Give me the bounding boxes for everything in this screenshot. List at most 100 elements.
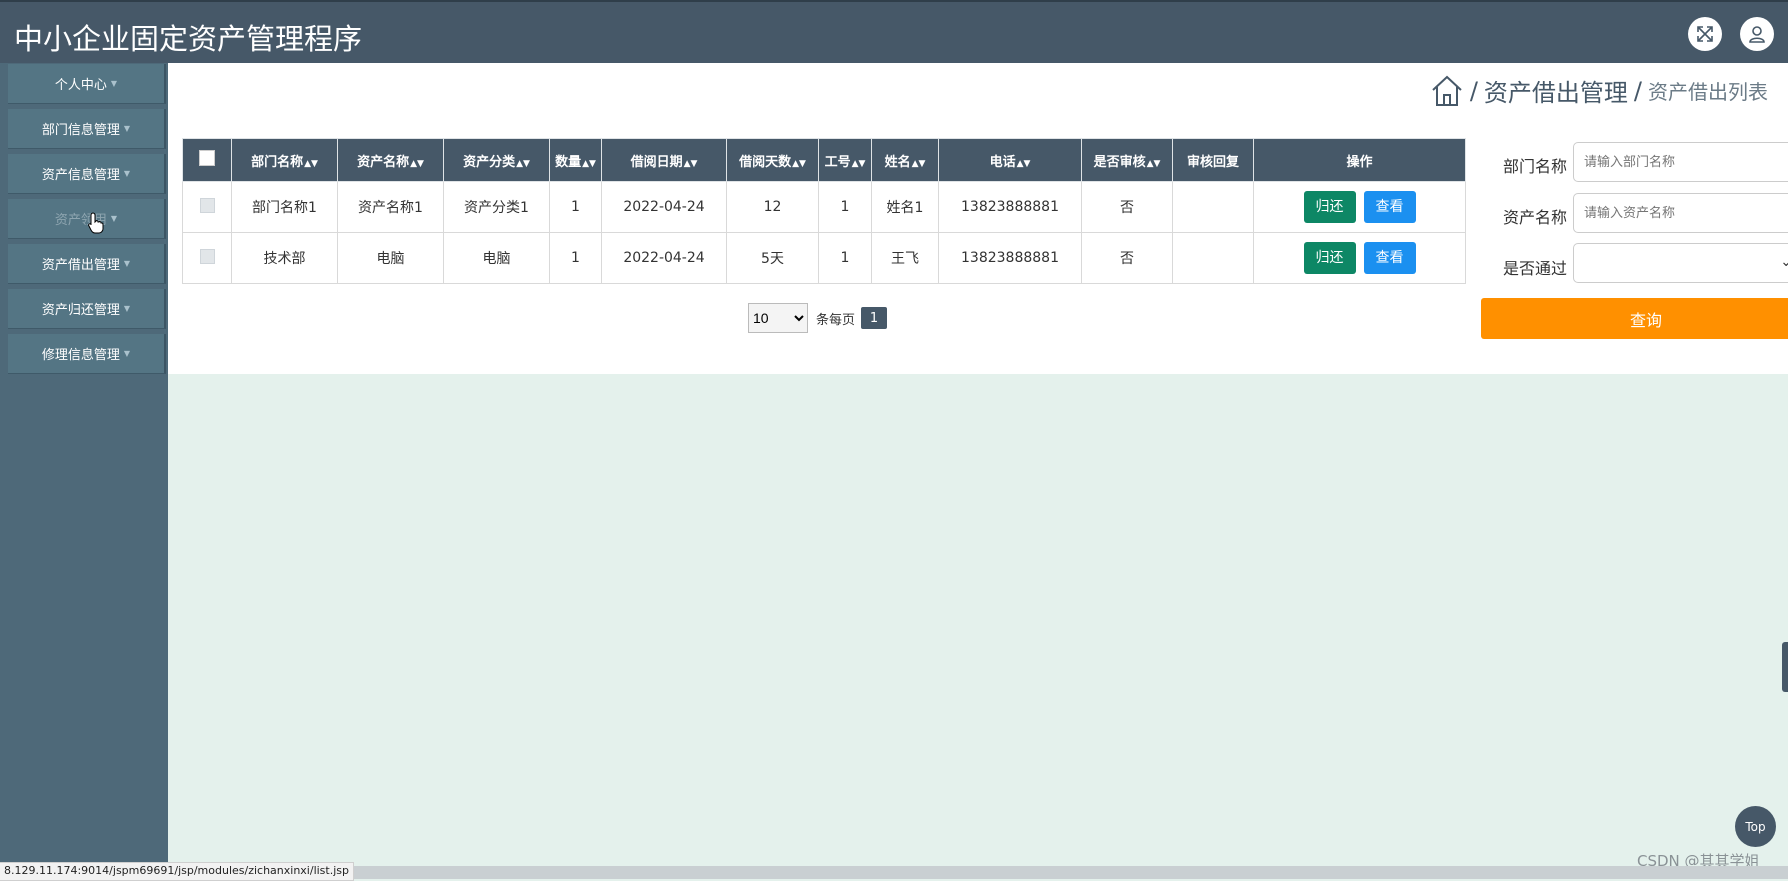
th-days[interactable]: 借阅天数▲▼ bbox=[726, 138, 819, 182]
sidebar-item-label: 资产借出管理 bbox=[41, 258, 120, 273]
th-date[interactable]: 借阅日期▲▼ bbox=[601, 138, 727, 182]
cell-category: 资产分类1 bbox=[443, 181, 550, 233]
breadcrumb-level2: 资产借出列表 bbox=[1648, 80, 1768, 104]
sort-icon: ▲▼ bbox=[304, 158, 318, 169]
sort-icon: ▲▼ bbox=[792, 158, 806, 169]
expand-icon bbox=[1697, 26, 1713, 42]
select-all-checkbox[interactable] bbox=[199, 150, 215, 166]
cell-name: 姓名1 bbox=[871, 181, 939, 233]
page-button-current[interactable]: 1 bbox=[861, 307, 888, 329]
th-emp-no[interactable]: 工号▲▼ bbox=[818, 138, 872, 182]
top-bar: 中小企业固定资产管理程序 bbox=[0, 0, 1788, 63]
cell-audited: 否 bbox=[1081, 181, 1173, 233]
lend-table: 部门名称▲▼ 资产名称▲▼ 资产分类▲▼ 数量▲▼ 借阅日期▲▼ 借阅天数▲▼ … bbox=[182, 138, 1466, 284]
cell-emp-no: 1 bbox=[818, 232, 872, 284]
caret-down-icon: ▼ bbox=[110, 214, 118, 223]
sidebar-item-asset-info[interactable]: 资产信息管理 ▼ bbox=[8, 154, 166, 194]
th-actions: 操作 bbox=[1253, 138, 1466, 182]
sidebar-item-label: 个人中心 bbox=[54, 78, 107, 93]
return-button[interactable]: 归还 bbox=[1303, 191, 1356, 223]
sort-icon: ▲▼ bbox=[683, 158, 698, 169]
side-drawer-handle[interactable] bbox=[1782, 642, 1788, 692]
sort-icon: ▲▼ bbox=[582, 158, 596, 169]
hand-cursor-icon bbox=[88, 212, 104, 234]
asset-label: 资产名称 bbox=[1503, 208, 1568, 227]
th-category[interactable]: 资产分类▲▼ bbox=[443, 138, 550, 182]
cell-asset: 电脑 bbox=[337, 232, 444, 284]
breadcrumb: / 资产借出管理 / 资产借出列表 bbox=[1430, 73, 1768, 108]
asset-search-input[interactable] bbox=[1573, 193, 1788, 233]
horizontal-scrollbar[interactable] bbox=[340, 866, 1788, 879]
caret-down-icon: ▼ bbox=[110, 79, 118, 88]
select-all-cell bbox=[182, 138, 232, 182]
pagination: 10 条每页 1 bbox=[748, 303, 888, 333]
dept-search-input[interactable] bbox=[1573, 142, 1788, 182]
cell-dept: 技术部 bbox=[231, 232, 338, 284]
pass-select[interactable]: ⌄ bbox=[1573, 243, 1788, 283]
sort-icon: ▲▼ bbox=[911, 158, 926, 169]
sort-icon: ▲▼ bbox=[1146, 158, 1161, 169]
cell-audited: 否 bbox=[1081, 232, 1173, 284]
caret-down-icon: ▼ bbox=[123, 349, 131, 358]
cell-name: 王飞 bbox=[871, 232, 939, 284]
dept-label: 部门名称 bbox=[1503, 157, 1568, 176]
cell-category: 电脑 bbox=[443, 232, 550, 284]
cell-reply bbox=[1172, 181, 1254, 233]
home-icon[interactable] bbox=[1430, 74, 1464, 108]
back-to-top-button[interactable]: Top bbox=[1735, 806, 1776, 847]
cell-phone: 13823888881 bbox=[938, 181, 1082, 233]
row-checkbox[interactable] bbox=[199, 197, 215, 213]
sidebar-item-label: 修理信息管理 bbox=[41, 348, 120, 363]
status-url: 8.129.11.174:9014/jspm69691/jsp/modules/… bbox=[0, 862, 354, 881]
sort-icon: ▲▼ bbox=[516, 158, 530, 169]
sidebar-item-label: 部门信息管理 bbox=[41, 123, 120, 138]
breadcrumb-separator: / bbox=[1469, 76, 1478, 105]
th-dept[interactable]: 部门名称▲▼ bbox=[231, 138, 338, 182]
page-size-select[interactable]: 10 bbox=[748, 303, 808, 333]
sidebar-item-asset-use[interactable]: 资产领用 ▼ bbox=[8, 199, 166, 239]
query-button[interactable]: 查询 bbox=[1481, 298, 1788, 339]
sort-icon: ▲▼ bbox=[1016, 158, 1031, 169]
cell-emp-no: 1 bbox=[818, 181, 872, 233]
sidebar-item-department[interactable]: 部门信息管理 ▼ bbox=[8, 109, 166, 149]
caret-down-icon: ▼ bbox=[123, 124, 131, 133]
per-page-label: 条每页 bbox=[816, 312, 856, 328]
pass-label: 是否通过 bbox=[1503, 259, 1568, 278]
fullscreen-button[interactable] bbox=[1688, 17, 1722, 51]
cell-phone: 13823888881 bbox=[938, 232, 1082, 284]
cell-actions: 归还 查看 bbox=[1253, 181, 1466, 233]
view-button[interactable]: 查看 bbox=[1363, 191, 1416, 223]
th-phone[interactable]: 电话▲▼ bbox=[938, 138, 1082, 182]
sidebar-item-asset-return[interactable]: 资产归还管理 ▼ bbox=[8, 289, 166, 329]
sidebar-item-profile[interactable]: 个人中心 ▼ bbox=[8, 64, 166, 104]
breadcrumb-level1[interactable]: 资产借出管理 bbox=[1484, 73, 1628, 108]
caret-down-icon: ▼ bbox=[123, 304, 131, 313]
th-audited[interactable]: 是否审核▲▼ bbox=[1081, 138, 1173, 182]
caret-down-icon: ▼ bbox=[123, 259, 131, 268]
sort-icon: ▲▼ bbox=[410, 158, 424, 169]
cell-actions: 归还 查看 bbox=[1253, 232, 1466, 284]
cell-asset: 资产名称1 bbox=[337, 181, 444, 233]
th-qty[interactable]: 数量▲▼ bbox=[549, 138, 602, 182]
cell-dept: 部门名称1 bbox=[231, 181, 338, 233]
cell-reply bbox=[1172, 232, 1254, 284]
cell-days: 12 bbox=[726, 181, 819, 233]
sidebar-item-repair[interactable]: 修理信息管理 ▼ bbox=[8, 334, 166, 374]
row-checkbox[interactable] bbox=[199, 248, 215, 264]
chevron-down-icon: ⌄ bbox=[1780, 254, 1788, 270]
th-reply: 审核回复 bbox=[1172, 138, 1254, 182]
app-title: 中小企业固定资产管理程序 bbox=[14, 22, 363, 56]
th-asset[interactable]: 资产名称▲▼ bbox=[337, 138, 444, 182]
table-row: 技术部 电脑 电脑 1 2022-04-24 5天 1 王飞 138238888… bbox=[182, 232, 1466, 284]
breadcrumb-separator: / bbox=[1633, 76, 1642, 105]
return-button[interactable]: 归还 bbox=[1303, 242, 1356, 274]
view-button[interactable]: 查看 bbox=[1363, 242, 1416, 274]
sidebar-item-asset-lend[interactable]: 资产借出管理 ▼ bbox=[8, 244, 166, 284]
sidebar: 个人中心 ▼ 部门信息管理 ▼ 资产信息管理 ▼ 资产领用 ▼ 资产借出管理 ▼ 资产归还… bbox=[0, 63, 168, 863]
row-select-cell bbox=[182, 232, 232, 284]
user-button[interactable] bbox=[1740, 17, 1774, 51]
cell-days: 5天 bbox=[726, 232, 819, 284]
caret-down-icon: ▼ bbox=[123, 169, 131, 178]
cell-qty: 1 bbox=[549, 232, 602, 284]
th-name[interactable]: 姓名▲▼ bbox=[871, 138, 939, 182]
